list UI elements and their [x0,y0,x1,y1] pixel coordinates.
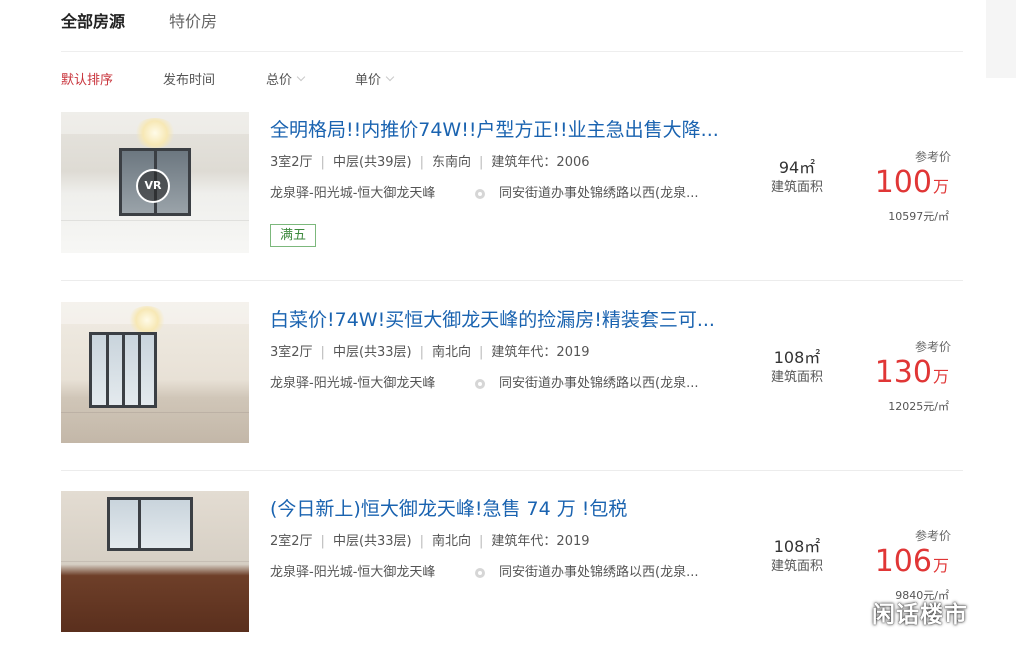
watermark-text: 闲话楼市 [872,602,968,628]
location-row: 龙泉驿-阳光城-恒大御龙天峰 同安街道办事处锦绣路以西(龙泉... [270,375,720,393]
total-price: 130万 [861,354,949,392]
orientation: 南北向 [432,345,472,360]
photo-window-frame [138,335,141,405]
listing-title[interactable]: (今日新上)恒大御龙天峰!急售 74 万 !包税 [270,497,627,521]
attr-divider: | [320,534,325,549]
price-number: 130 [874,355,932,390]
listing-item[interactable]: 白菜价!74W!买恒大御龙天峰的捡漏房!精装套三可... 3室2厅 | 中层(共33… [61,302,963,471]
unit-price: 12025元/㎡ [888,400,949,413]
photo-chandelier [133,118,177,148]
community-name[interactable]: 龙泉驿-阳光城-恒大御龙天峰 [270,565,435,580]
sort-publish-time[interactable]: 发布时间 [163,72,215,90]
price-label: 参考价 [914,340,951,354]
price-number: 106 [874,544,932,579]
listing-photo[interactable] [61,491,249,632]
sort-default[interactable]: 默认排序 [61,72,113,90]
floor-info: 中层(共33层) [332,345,412,360]
price-label: 参考价 [914,529,951,543]
side-panel-edge [986,0,1016,78]
address: 同安街道办事处锦绣路以西(龙泉... [499,376,699,391]
community-name[interactable]: 龙泉驿-阳光城-恒大御龙天峰 [270,376,435,391]
address: 同安街道办事处锦绣路以西(龙泉... [499,186,699,201]
vr-icon[interactable]: VR [136,169,170,203]
listing-attributes: 2室2厅 | 中层(共33层) | 南北向 | 建筑年代：2019 [270,533,590,551]
photo-window [89,332,157,408]
photo-floor-line [61,220,249,221]
photo-window-frame [138,500,141,548]
sort-publish-time-label: 发布时间 [163,73,216,88]
map-pin-icon [475,568,485,578]
listing-title[interactable]: 全明格局!!内推价74W!!户型方正!!业主急出售大降... [270,118,719,142]
chevron-down-icon [385,73,395,83]
price-unit: 万 [932,556,949,575]
community-name[interactable]: 龙泉驿-阳光城-恒大御龙天峰 [270,186,435,201]
tab-special-offers[interactable]: 特价房 [169,12,217,32]
price-unit: 万 [932,367,949,386]
listing-attributes: 3室2厅 | 中层(共39层) | 东南向 | 建筑年代：2006 [270,154,590,172]
attr-divider: | [479,155,484,170]
build-year: 建筑年代：2006 [491,155,590,170]
room-layout: 3室2厅 [270,345,313,360]
attr-divider: | [320,155,325,170]
attr-divider: | [320,345,325,360]
tab-all-listings[interactable]: 全部房源 [61,12,125,32]
sort-unit-price-label: 单价 [355,73,382,88]
listing-attributes: 3室2厅 | 中层(共33层) | 南北向 | 建筑年代：2019 [270,344,590,362]
area-label: 建筑面积 [770,180,823,195]
photo-window-frame [122,335,125,405]
build-year: 建筑年代：2019 [491,534,590,549]
attr-divider: | [479,345,484,360]
attr-divider: | [419,155,425,170]
map-pin-icon [475,189,485,199]
sort-unit-price[interactable]: 单价 [355,72,395,90]
attr-divider: | [479,534,484,549]
price-label: 参考价 [914,150,951,164]
room-layout: 2室2厅 [270,534,313,549]
sort-total-price[interactable]: 总价 [266,72,306,90]
area-value: 108㎡ [773,537,821,556]
floor-info: 中层(共39层) [332,155,412,170]
price-number: 100 [874,165,932,200]
chevron-down-icon [296,73,306,83]
photo-chandelier [127,306,167,334]
photo-window [107,497,193,551]
area-value: 94㎡ [778,158,816,177]
orientation: 东南向 [432,155,472,170]
attr-divider: | [419,345,425,360]
listing-title[interactable]: 白菜价!74W!买恒大御龙天峰的捡漏房!精装套三可... [270,308,715,332]
total-price: 106万 [861,543,949,581]
address: 同安街道办事处锦绣路以西(龙泉... [499,565,699,580]
sort-default-label: 默认排序 [61,73,114,88]
sort-total-price-label: 总价 [266,73,293,88]
photo-floor-line [61,561,249,562]
photo-floor-line [61,412,249,413]
location-row: 龙泉驿-阳光城-恒大御龙天峰 同安街道办事处锦绣路以西(龙泉... [270,564,720,582]
price-unit: 万 [932,177,949,196]
total-price: 100万 [861,164,949,202]
listing-photo[interactable]: VR [61,112,249,253]
map-pin-icon [475,379,485,389]
area-label: 建筑面积 [770,559,823,574]
listing-item[interactable]: (今日新上)恒大御龙天峰!急售 74 万 !包税 2室2厅 | 中层(共33层) | 南… [61,491,963,655]
location-row: 龙泉驿-阳光城-恒大御龙天峰 同安街道办事处锦绣路以西(龙泉... [270,185,720,203]
area-label: 建筑面积 [770,370,823,385]
floor-info: 中层(共33层) [332,534,412,549]
listing-photo[interactable] [61,302,249,443]
unit-price: 10597元/㎡ [888,210,949,223]
room-layout: 3室2厅 [270,155,313,170]
sort-bar: 默认排序 发布时间 总价 单价 [61,72,661,92]
attr-divider: | [419,534,425,549]
build-year: 建筑年代：2019 [491,345,590,360]
tag-badge: 满五 [270,224,317,247]
area-value: 108㎡ [773,348,821,367]
listing-item[interactable]: VR 全明格局!!内推价74W!!户型方正!!业主急出售大降... 3室2厅 | 中… [61,112,963,281]
photo-window-frame [106,335,109,405]
listing-tabs: 全部房源 特价房 [61,0,963,52]
orientation: 南北向 [432,534,472,549]
